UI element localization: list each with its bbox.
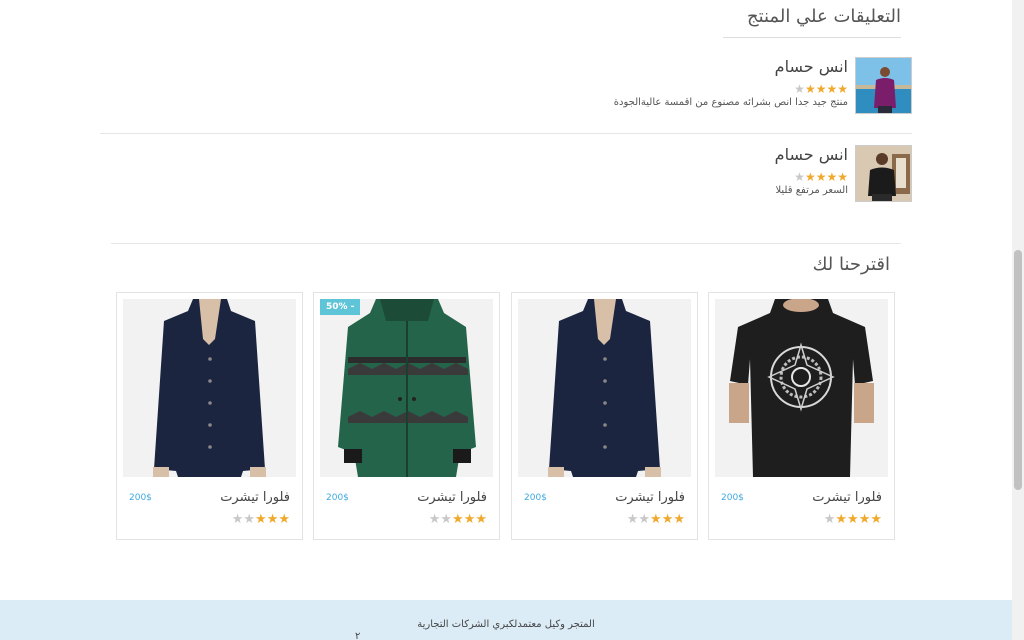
star-empty-icon: ★	[428, 512, 441, 527]
star-filled-icon: ★	[847, 512, 859, 527]
comments-title: التعليقات علي المنتج	[746, 6, 901, 27]
star-filled-icon: ★	[826, 170, 838, 184]
footer-mark: ٢	[355, 631, 361, 640]
product-rating: ★★★★★	[824, 512, 882, 527]
footer-text: المتجر وكيل معتمدلكبري الشركات التجارية	[417, 619, 595, 630]
product-price: 200$	[524, 493, 547, 503]
star-empty-icon: ★	[794, 82, 805, 96]
footer: المتجر وكيل معتمدلكبري الشركات التجارية …	[0, 600, 1012, 640]
star-empty-icon: ★	[638, 512, 651, 527]
product-price: 200$	[721, 493, 744, 503]
star-filled-icon: ★	[837, 82, 848, 96]
review-item: انس حسام ★★★★★ السعر مرتفع قليلا	[100, 145, 912, 205]
star-filled-icon: ★	[826, 82, 838, 96]
product-title[interactable]: فلورا تيشرت	[812, 490, 882, 505]
star-filled-icon: ★	[650, 512, 662, 527]
product-page: التعليقات علي المنتج انس حسام ★★★★★ منتج…	[0, 0, 1012, 640]
star-empty-icon: ★	[440, 512, 453, 527]
product-rating: ★★★★★	[232, 512, 290, 527]
product-card[interactable]: فلورا تيشرت 200$ ★★★★★	[708, 292, 895, 540]
star-filled-icon: ★	[837, 170, 848, 184]
product-title[interactable]: فلورا تيشرت	[417, 490, 487, 505]
star-filled-icon: ★	[278, 512, 290, 527]
product-image[interactable]	[518, 299, 691, 477]
star-filled-icon: ★	[255, 512, 267, 527]
star-filled-icon: ★	[815, 170, 827, 184]
product-title[interactable]: فلورا تيشرت	[615, 490, 685, 505]
star-filled-icon: ★	[870, 512, 882, 527]
reviewer-avatar	[855, 145, 912, 202]
star-filled-icon: ★	[673, 512, 685, 527]
review-text: منتج جيد جدا انص بشرائه مصنوع من اقمسة ع…	[613, 97, 848, 108]
review-text: السعر مرتفع قليلا	[775, 185, 848, 196]
review-rating: ★★★★★	[794, 170, 848, 184]
reviewer-name: انس حسام	[774, 57, 848, 76]
star-empty-icon: ★	[823, 512, 836, 527]
star-filled-icon: ★	[858, 512, 871, 527]
star-filled-icon: ★	[815, 82, 827, 96]
discount-badge: 50% -	[320, 299, 361, 315]
product-image[interactable]	[123, 299, 296, 477]
product-card[interactable]: فلورا تيشرت 200$ ★★★★★	[116, 292, 303, 540]
star-empty-icon: ★	[626, 512, 639, 527]
product-title[interactable]: فلورا تيشرت	[220, 490, 290, 505]
section-divider	[111, 243, 901, 244]
page-scrollbar[interactable]	[1012, 0, 1024, 640]
star-filled-icon: ★	[804, 170, 816, 184]
star-filled-icon: ★	[452, 512, 464, 527]
star-filled-icon: ★	[835, 512, 848, 527]
product-rating: ★★★★★	[627, 512, 685, 527]
star-empty-icon: ★	[231, 512, 244, 527]
review-divider	[100, 133, 912, 134]
product-price: 200$	[129, 493, 152, 503]
star-empty-icon: ★	[243, 512, 256, 527]
product-rating: ★★★★★	[429, 512, 487, 527]
review-item: انس حسام ★★★★★ منتج جيد جدا انص بشرائه م…	[100, 57, 912, 117]
product-card[interactable]: 50% - فلورا تيشرت 200$ ★★★★★	[313, 292, 500, 540]
product-card[interactable]: فلورا تيشرت 200$ ★★★★★	[511, 292, 698, 540]
star-filled-icon: ★	[475, 512, 487, 527]
reviewer-avatar	[855, 57, 912, 114]
comments-title-underline	[723, 37, 901, 38]
review-rating: ★★★★★	[794, 82, 848, 96]
star-filled-icon: ★	[463, 512, 476, 527]
star-filled-icon: ★	[804, 82, 816, 96]
reviewer-name: انس حسام	[774, 145, 848, 164]
star-empty-icon: ★	[794, 170, 805, 184]
product-image[interactable]	[715, 299, 888, 477]
star-filled-icon: ★	[661, 512, 674, 527]
product-price: 200$	[326, 493, 349, 503]
scrollbar-thumb[interactable]	[1014, 250, 1022, 490]
suggestions-title: اقترحنا لك	[812, 254, 890, 275]
product-image[interactable]	[320, 299, 493, 477]
star-filled-icon: ★	[266, 512, 279, 527]
